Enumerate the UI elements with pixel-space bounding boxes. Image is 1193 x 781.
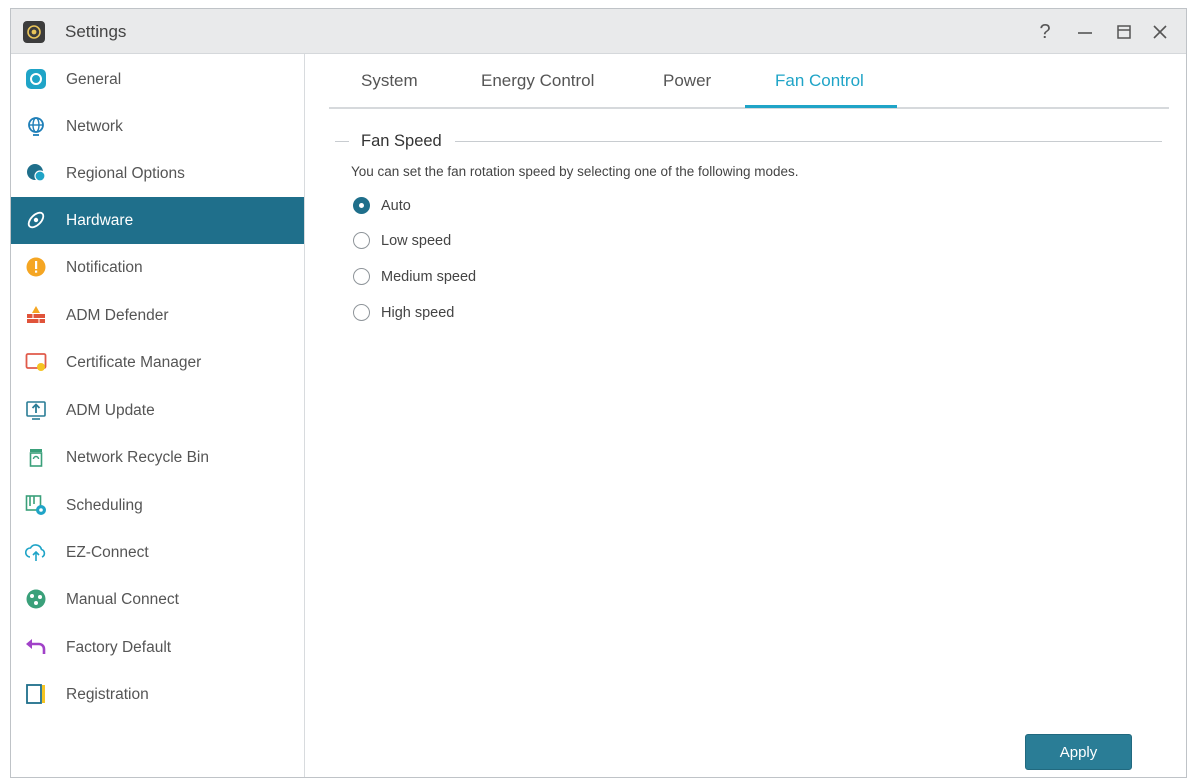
close-icon — [1153, 25, 1167, 39]
tab-fan-control[interactable]: Fan Control — [775, 71, 864, 91]
sidebar-item-label: Network Recycle Bin — [66, 449, 209, 466]
sidebar: General Network Regional Options Hardwar… — [11, 54, 305, 777]
sidebar-item-label: Manual Connect — [66, 591, 179, 608]
sidebar-item-label: Notification — [66, 259, 143, 276]
sidebar-item-label: ADM Defender — [66, 307, 169, 324]
sidebar-item-adm-update[interactable]: ADM Update — [11, 387, 304, 434]
hardware-icon — [27, 211, 45, 229]
sidebar-item-hardware[interactable]: Hardware — [11, 197, 304, 244]
tab-power[interactable]: Power — [663, 71, 711, 91]
globe-icon — [28, 117, 44, 136]
fan-speed-section-title: Fan Speed — [361, 132, 442, 150]
tab-energy-control[interactable]: Energy Control — [481, 71, 594, 91]
sidebar-item-label: Factory Default — [66, 639, 172, 656]
radio-medium-speed[interactable] — [353, 268, 370, 285]
minimize-icon — [1078, 32, 1092, 34]
minimize-button[interactable] — [1072, 19, 1098, 45]
radio-auto[interactable] — [353, 197, 370, 214]
sidebar-item-label: EZ-Connect — [66, 544, 149, 561]
sidebar-item-label: General — [66, 71, 122, 88]
registration-icon — [26, 684, 45, 704]
window-title: Settings — [65, 22, 127, 41]
tab-bar: System Energy Control Power Fan Control — [329, 54, 1169, 109]
radio-label: Low speed — [381, 233, 452, 249]
apply-button[interactable]: Apply — [1025, 734, 1132, 770]
close-button[interactable] — [1147, 19, 1173, 45]
help-button[interactable]: ? — [1032, 19, 1058, 45]
scheduling-icon — [25, 495, 46, 515]
sidebar-item-network-recycle-bin[interactable]: Network Recycle Bin — [11, 434, 304, 481]
maximize-button[interactable] — [1111, 19, 1137, 45]
sidebar-item-ez-connect[interactable]: EZ-Connect — [11, 529, 304, 576]
manual-connect-icon — [26, 589, 46, 609]
sidebar-item-notification[interactable]: Notification — [11, 244, 304, 291]
undo-icon — [26, 639, 46, 654]
sidebar-item-general[interactable]: General — [11, 56, 304, 103]
maximize-icon — [1117, 25, 1131, 39]
tab-system[interactable]: System — [361, 71, 418, 91]
main-panel: System Energy Control Power Fan Control … — [305, 54, 1186, 777]
sidebar-item-registration[interactable]: Registration — [11, 671, 304, 718]
notification-icon — [26, 257, 46, 277]
certificate-icon — [25, 353, 47, 371]
radio-label: Medium speed — [381, 269, 477, 285]
sidebar-item-label: Regional Options — [66, 165, 185, 182]
sidebar-item-label: Scheduling — [66, 497, 143, 514]
settings-window: Settings ? General Network Regional Opti… — [10, 8, 1187, 778]
section-divider-left — [335, 141, 349, 142]
sidebar-item-scheduling[interactable]: Scheduling — [11, 482, 304, 529]
sidebar-item-adm-defender[interactable]: ADM Defender — [11, 292, 304, 339]
sidebar-item-label: Hardware — [66, 212, 134, 229]
update-icon — [26, 401, 46, 420]
regional-icon — [27, 164, 46, 182]
recycle-bin-icon — [29, 449, 43, 467]
sidebar-item-certificate-manager[interactable]: Certificate Manager — [11, 339, 304, 386]
sidebar-item-network[interactable]: Network — [11, 103, 304, 150]
active-tab-indicator — [745, 105, 897, 108]
sidebar-item-factory-default[interactable]: Factory Default — [11, 624, 304, 671]
section-divider-right — [455, 141, 1162, 142]
radio-high-speed[interactable] — [353, 304, 370, 321]
sidebar-item-label: Registration — [66, 686, 149, 703]
sidebar-item-label: ADM Update — [66, 402, 155, 419]
settings-app-icon — [23, 21, 45, 43]
sidebar-item-regional-options[interactable]: Regional Options — [11, 150, 304, 197]
radio-low-speed[interactable] — [353, 232, 370, 249]
firewall-icon — [27, 306, 45, 323]
radio-label: High speed — [381, 305, 455, 321]
sidebar-item-label: Certificate Manager — [66, 354, 202, 371]
sidebar-item-label: Network — [66, 118, 123, 135]
cloud-upload-icon — [25, 544, 46, 561]
radio-label: Auto — [381, 198, 411, 214]
general-icon — [26, 69, 46, 89]
fan-speed-description: You can set the fan rotation speed by se… — [351, 164, 799, 179]
help-icon: ? — [1039, 21, 1051, 43]
sidebar-item-manual-connect[interactable]: Manual Connect — [11, 576, 304, 623]
title-bar: Settings ? — [11, 9, 1186, 54]
